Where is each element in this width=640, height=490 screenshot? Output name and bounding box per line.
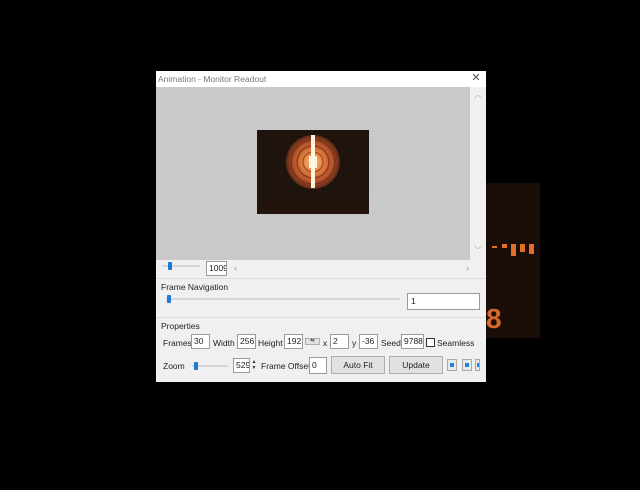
x-label: x — [323, 338, 328, 348]
export-button[interactable] — [475, 359, 480, 371]
scroll-down-icon[interactable]: ﹀ — [474, 245, 482, 256]
zoom-spinner[interactable]: ▲ ▼ — [251, 359, 257, 372]
properties-heading: Properties — [161, 321, 200, 331]
export-icon — [477, 363, 479, 367]
divider — [156, 317, 486, 318]
update-button[interactable]: Update — [389, 356, 443, 374]
preview-zoom-slider-thumb[interactable] — [168, 262, 172, 270]
width-field[interactable]: 256 — [237, 334, 256, 349]
frames-label: Frames — [163, 338, 192, 348]
seed-label: Seed — [381, 338, 401, 348]
pause-button[interactable] — [462, 359, 472, 371]
frame-offset-field[interactable]: 0 — [309, 357, 327, 374]
title-bar: Animation - Monitor Readout ✕ — [156, 71, 486, 87]
height-label: Height — [258, 338, 283, 348]
bg-bar — [511, 244, 516, 256]
preview-zoom-field[interactable]: 1009 — [206, 261, 227, 276]
preview-controls-row: 1009 ‹ › — [156, 260, 486, 278]
animation-dialog: Animation - Monitor Readout ✕ ︿ ﹀ 1009 ‹… — [156, 71, 486, 382]
zoom-slider-thumb[interactable] — [194, 362, 198, 370]
window-title: Animation - Monitor Readout — [158, 74, 267, 84]
monitor-readout-image — [257, 130, 369, 214]
zoom-field[interactable]: 529 — [233, 358, 250, 373]
frame-number-field[interactable]: 1 — [407, 293, 480, 310]
y-label: y — [352, 338, 357, 348]
auto-fit-button[interactable]: Auto Fit — [331, 356, 385, 374]
frame-offset-label: Frame Offset — [261, 361, 311, 371]
frame-navigation-heading: Frame Navigation — [161, 282, 229, 292]
play-icon — [450, 363, 454, 367]
zoom-label: Zoom — [163, 361, 185, 371]
spin-down-icon[interactable]: ▼ — [251, 365, 257, 371]
scroll-left-icon[interactable]: ‹ — [234, 263, 237, 273]
swap-size-button[interactable]: ⇆ — [305, 338, 320, 345]
preview-canvas — [257, 130, 369, 214]
close-icon[interactable]: ✕ — [470, 72, 482, 84]
seamless-label: Seamless — [437, 338, 475, 348]
bg-bar — [502, 244, 507, 248]
bg-bar — [529, 244, 534, 254]
scroll-up-icon[interactable]: ︿ — [474, 89, 482, 100]
x-field[interactable]: 2 — [330, 334, 349, 349]
vertical-scrollbar[interactable]: ︿ ﹀ — [470, 87, 486, 260]
frames-field[interactable]: 30 — [191, 334, 210, 349]
bg-bar — [520, 244, 525, 252]
pause-icon — [465, 363, 469, 367]
divider — [156, 278, 486, 279]
bg-bar — [492, 246, 497, 248]
width-label: Width — [213, 338, 235, 348]
height-field[interactable]: 192 — [284, 334, 303, 349]
y-field[interactable]: -36 — [359, 334, 378, 349]
preview-area[interactable] — [156, 87, 470, 260]
seed-field[interactable]: 9788 — [401, 334, 424, 349]
background-digit: 8 — [486, 303, 502, 334]
frame-slider-thumb[interactable] — [167, 295, 171, 303]
scroll-right-icon[interactable]: › — [466, 263, 469, 273]
frame-slider-track[interactable] — [166, 298, 400, 300]
seamless-checkbox[interactable] — [426, 338, 435, 347]
play-button[interactable] — [447, 359, 457, 371]
